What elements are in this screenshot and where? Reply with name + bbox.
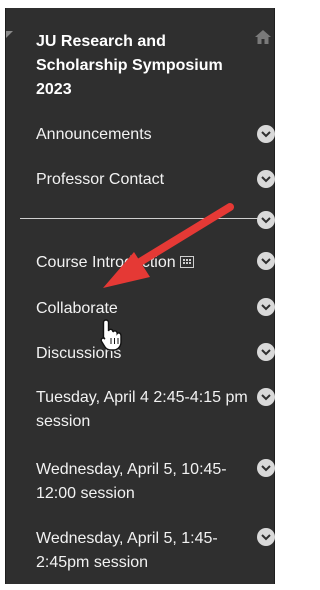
menu-item-discussions[interactable]: Discussions [36, 342, 256, 366]
chevron-down-circle-icon[interactable] [257, 211, 275, 229]
menu-item-tuesday-session[interactable]: Tuesday, April 4 2:45-4:15 pm session [36, 386, 256, 434]
menu-item-course-introduction[interactable]: Course Introduction [36, 251, 256, 275]
menu-item-collaborate[interactable]: Collaborate [36, 297, 256, 321]
menu-item-wednesday-afternoon-session[interactable]: Wednesday, April 5, 1:45-2:45pm session [36, 527, 256, 575]
menu-item-label: Course Introduction [36, 254, 176, 271]
chevron-down-circle-icon[interactable] [257, 388, 275, 406]
chevron-down-circle-icon[interactable] [257, 125, 275, 143]
menu-item-announcements[interactable]: Announcements [36, 123, 256, 147]
chevron-down-circle-icon[interactable] [257, 459, 275, 477]
collapse-menu-toggle-icon[interactable] [6, 31, 13, 38]
course-title[interactable]: JU Research and Scholarship Symposium 20… [36, 30, 256, 102]
menu-divider [20, 218, 258, 219]
menu-item-professor-contact[interactable]: Professor Contact [36, 168, 256, 192]
menu-item-wednesday-morning-session[interactable]: Wednesday, April 5, 10:45-12:00 session [36, 458, 256, 506]
external-link-icon [179, 255, 194, 268]
home-icon[interactable] [254, 28, 272, 46]
chevron-down-circle-icon[interactable] [257, 298, 275, 316]
chevron-down-circle-icon[interactable] [257, 170, 275, 188]
chevron-down-circle-icon[interactable] [257, 252, 275, 270]
chevron-down-circle-icon[interactable] [257, 343, 275, 361]
chevron-down-circle-icon[interactable] [257, 528, 275, 546]
